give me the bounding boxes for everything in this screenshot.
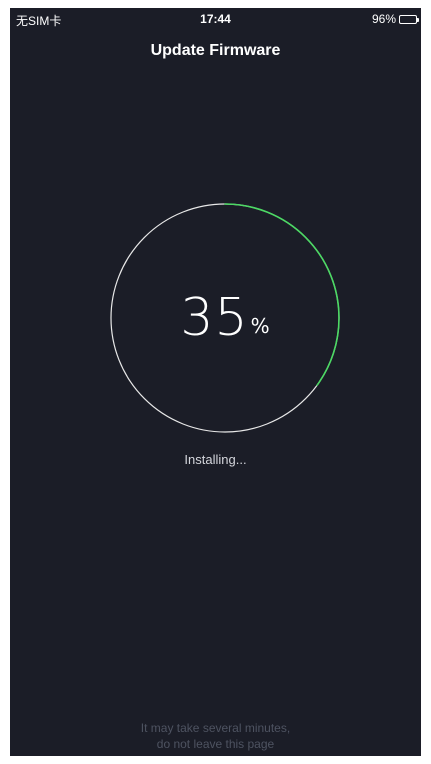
progress-percent: 35 xyxy=(180,288,249,348)
progress-readout: 35 % xyxy=(109,202,341,434)
firmware-update-screen: 无SIM卡 17:44 96% Update Firmware 35 % Ins… xyxy=(10,8,421,756)
page-title: Update Firmware xyxy=(150,42,281,59)
footer-note-line-2: do not leave this page xyxy=(156,737,275,751)
battery-status: 96% xyxy=(371,12,419,26)
status-time: 17:44 xyxy=(200,12,231,26)
battery-percent: 96% xyxy=(371,12,396,26)
footer-note: It may take several minutes, do not leav… xyxy=(10,720,421,752)
percent-sign: % xyxy=(250,314,270,338)
battery-icon xyxy=(399,14,419,24)
footer-note-line-1: It may take several minutes, xyxy=(140,721,291,735)
install-status: Installing... xyxy=(184,452,247,467)
status-bar: 无SIM卡 17:44 96% xyxy=(10,8,421,30)
